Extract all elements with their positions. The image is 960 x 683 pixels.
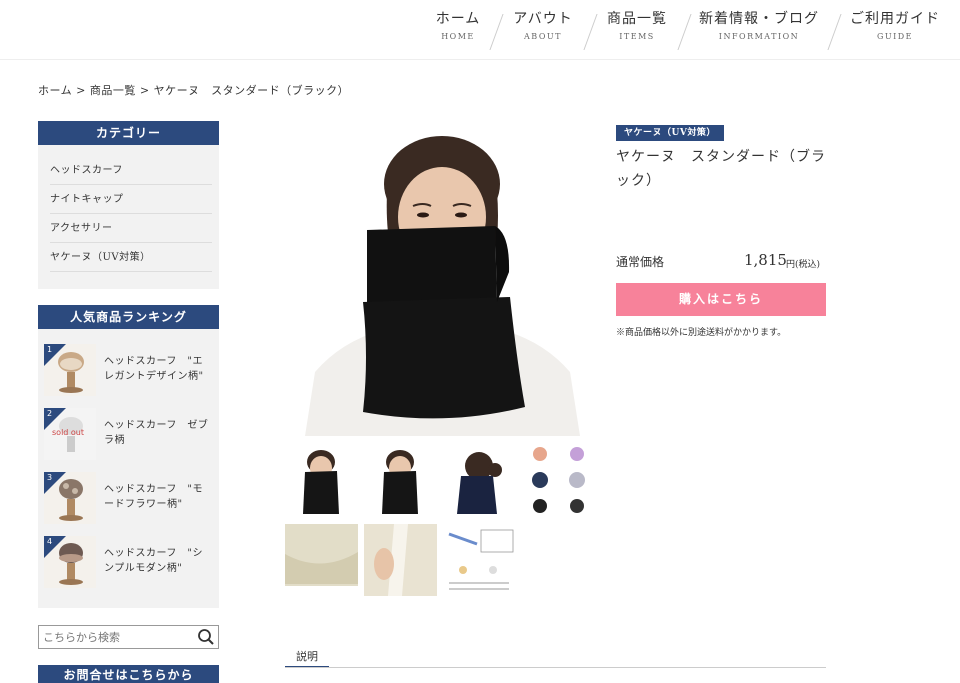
nav-home[interactable]: ホーム HOME — [432, 8, 484, 52]
product-main-image[interactable] — [305, 122, 580, 436]
ranking-item[interactable]: sold out 2 ヘッドスカーフ ゼブラ柄 — [44, 408, 214, 464]
nav-items-sub: ITEMS — [619, 32, 655, 41]
nav-divider — [489, 14, 504, 50]
breadcrumb[interactable]: ホーム > 商品一覧 > ヤケーヌ スタンダード（ブラック） — [38, 82, 349, 98]
product-thumbnail[interactable] — [285, 444, 358, 516]
contact-heading[interactable]: お問合せはこちらから — [38, 665, 219, 683]
price-value: 1,815 — [744, 251, 787, 269]
ranking-list: 1 ヘッドスカーフ "エレガントデザイン柄" sold out 2 ヘッドスカー… — [38, 329, 219, 608]
category-item-headscarf[interactable]: ヘッドスカーフ — [50, 156, 212, 185]
nav-information-sub: INFORMATION — [718, 32, 800, 41]
nav-about-sub: ABOUT — [524, 32, 562, 41]
product-thumbnail[interactable] — [364, 524, 437, 596]
ranking-heading: 人気商品ランキング — [38, 305, 219, 329]
tab-description[interactable]: 説明 — [285, 648, 329, 668]
ranking-item[interactable]: 3 ヘッドスカーフ "モードフラワー柄" — [44, 472, 214, 528]
ranking-item-name: ヘッドスカーフ "モードフラワー柄" — [104, 484, 203, 510]
ranking-item-name: ヘッドスカーフ "エレガントデザイン柄" — [104, 356, 204, 382]
ranking-item-name: ヘッドスカーフ "シンプルモダン柄" — [104, 548, 203, 574]
search-box — [38, 625, 219, 649]
price-unit: 円(税込) — [786, 260, 821, 270]
product-title: ヤケーヌ スタンダード（ブラック） — [616, 149, 826, 189]
product-thumbnail[interactable] — [443, 524, 516, 596]
top-nav: ホーム HOME アバウト ABOUT 商品一覧 ITEMS 新着情報・ブログ … — [0, 0, 960, 60]
buy-button[interactable]: 購入はこちら — [616, 283, 826, 316]
rank-number: 1 — [47, 345, 53, 354]
category-item-yakenu[interactable]: ヤケーヌ（UV対策） — [50, 243, 212, 272]
rank-number: 4 — [47, 537, 53, 546]
category-list: ヘッドスカーフ ナイトキャップ アクセサリー ヤケーヌ（UV対策） — [38, 145, 219, 289]
search-input[interactable] — [43, 629, 193, 645]
nav-items[interactable]: 商品一覧 ITEMS — [604, 8, 670, 52]
product-thumbnail[interactable] — [285, 524, 358, 596]
nav-guide[interactable]: ご利用ガイド GUIDE — [848, 8, 942, 52]
product-thumbnail[interactable] — [443, 444, 516, 516]
category-item-nightcap[interactable]: ナイトキャップ — [50, 185, 212, 214]
nav-information[interactable]: 新着情報・ブログ INFORMATION — [696, 8, 822, 52]
rank-number: 3 — [47, 473, 53, 482]
nav-information-label: 新着情報・ブログ — [699, 11, 819, 27]
category-item-accessory[interactable]: アクセサリー — [50, 214, 212, 243]
nav-about[interactable]: アバウト ABOUT — [510, 8, 576, 52]
nav-divider — [677, 14, 692, 50]
category-heading: カテゴリー — [38, 121, 219, 145]
nav-guide-label: ご利用ガイド — [850, 11, 940, 27]
ranking-item[interactable]: 1 ヘッドスカーフ "エレガントデザイン柄" — [44, 344, 214, 400]
nav-guide-sub: GUIDE — [876, 32, 914, 41]
product-thumbnail[interactable] — [522, 444, 595, 516]
nav-home-label: ホーム — [435, 11, 481, 27]
nav-divider — [583, 14, 598, 50]
nav-items-label: 商品一覧 — [607, 11, 667, 27]
ranking-item[interactable]: 4 ヘッドスカーフ "シンプルモダン柄" — [44, 536, 214, 592]
category-badge[interactable]: ヤケーヌ（UV対策） — [616, 125, 724, 141]
nav-home-sub: HOME — [441, 32, 475, 41]
tab-divider — [285, 667, 826, 668]
nav-divider — [827, 14, 842, 50]
rank-number: 2 — [47, 409, 53, 418]
search-icon[interactable] — [197, 628, 215, 646]
shipping-note: ※商品価格以外に別途送料がかかります。 — [616, 328, 787, 338]
price-label: 通常価格 — [616, 255, 665, 269]
product-thumbnail[interactable] — [364, 444, 437, 516]
ranking-item-name: ヘッドスカーフ ゼブラ柄 — [104, 420, 209, 446]
nav-about-label: アバウト — [513, 11, 573, 27]
